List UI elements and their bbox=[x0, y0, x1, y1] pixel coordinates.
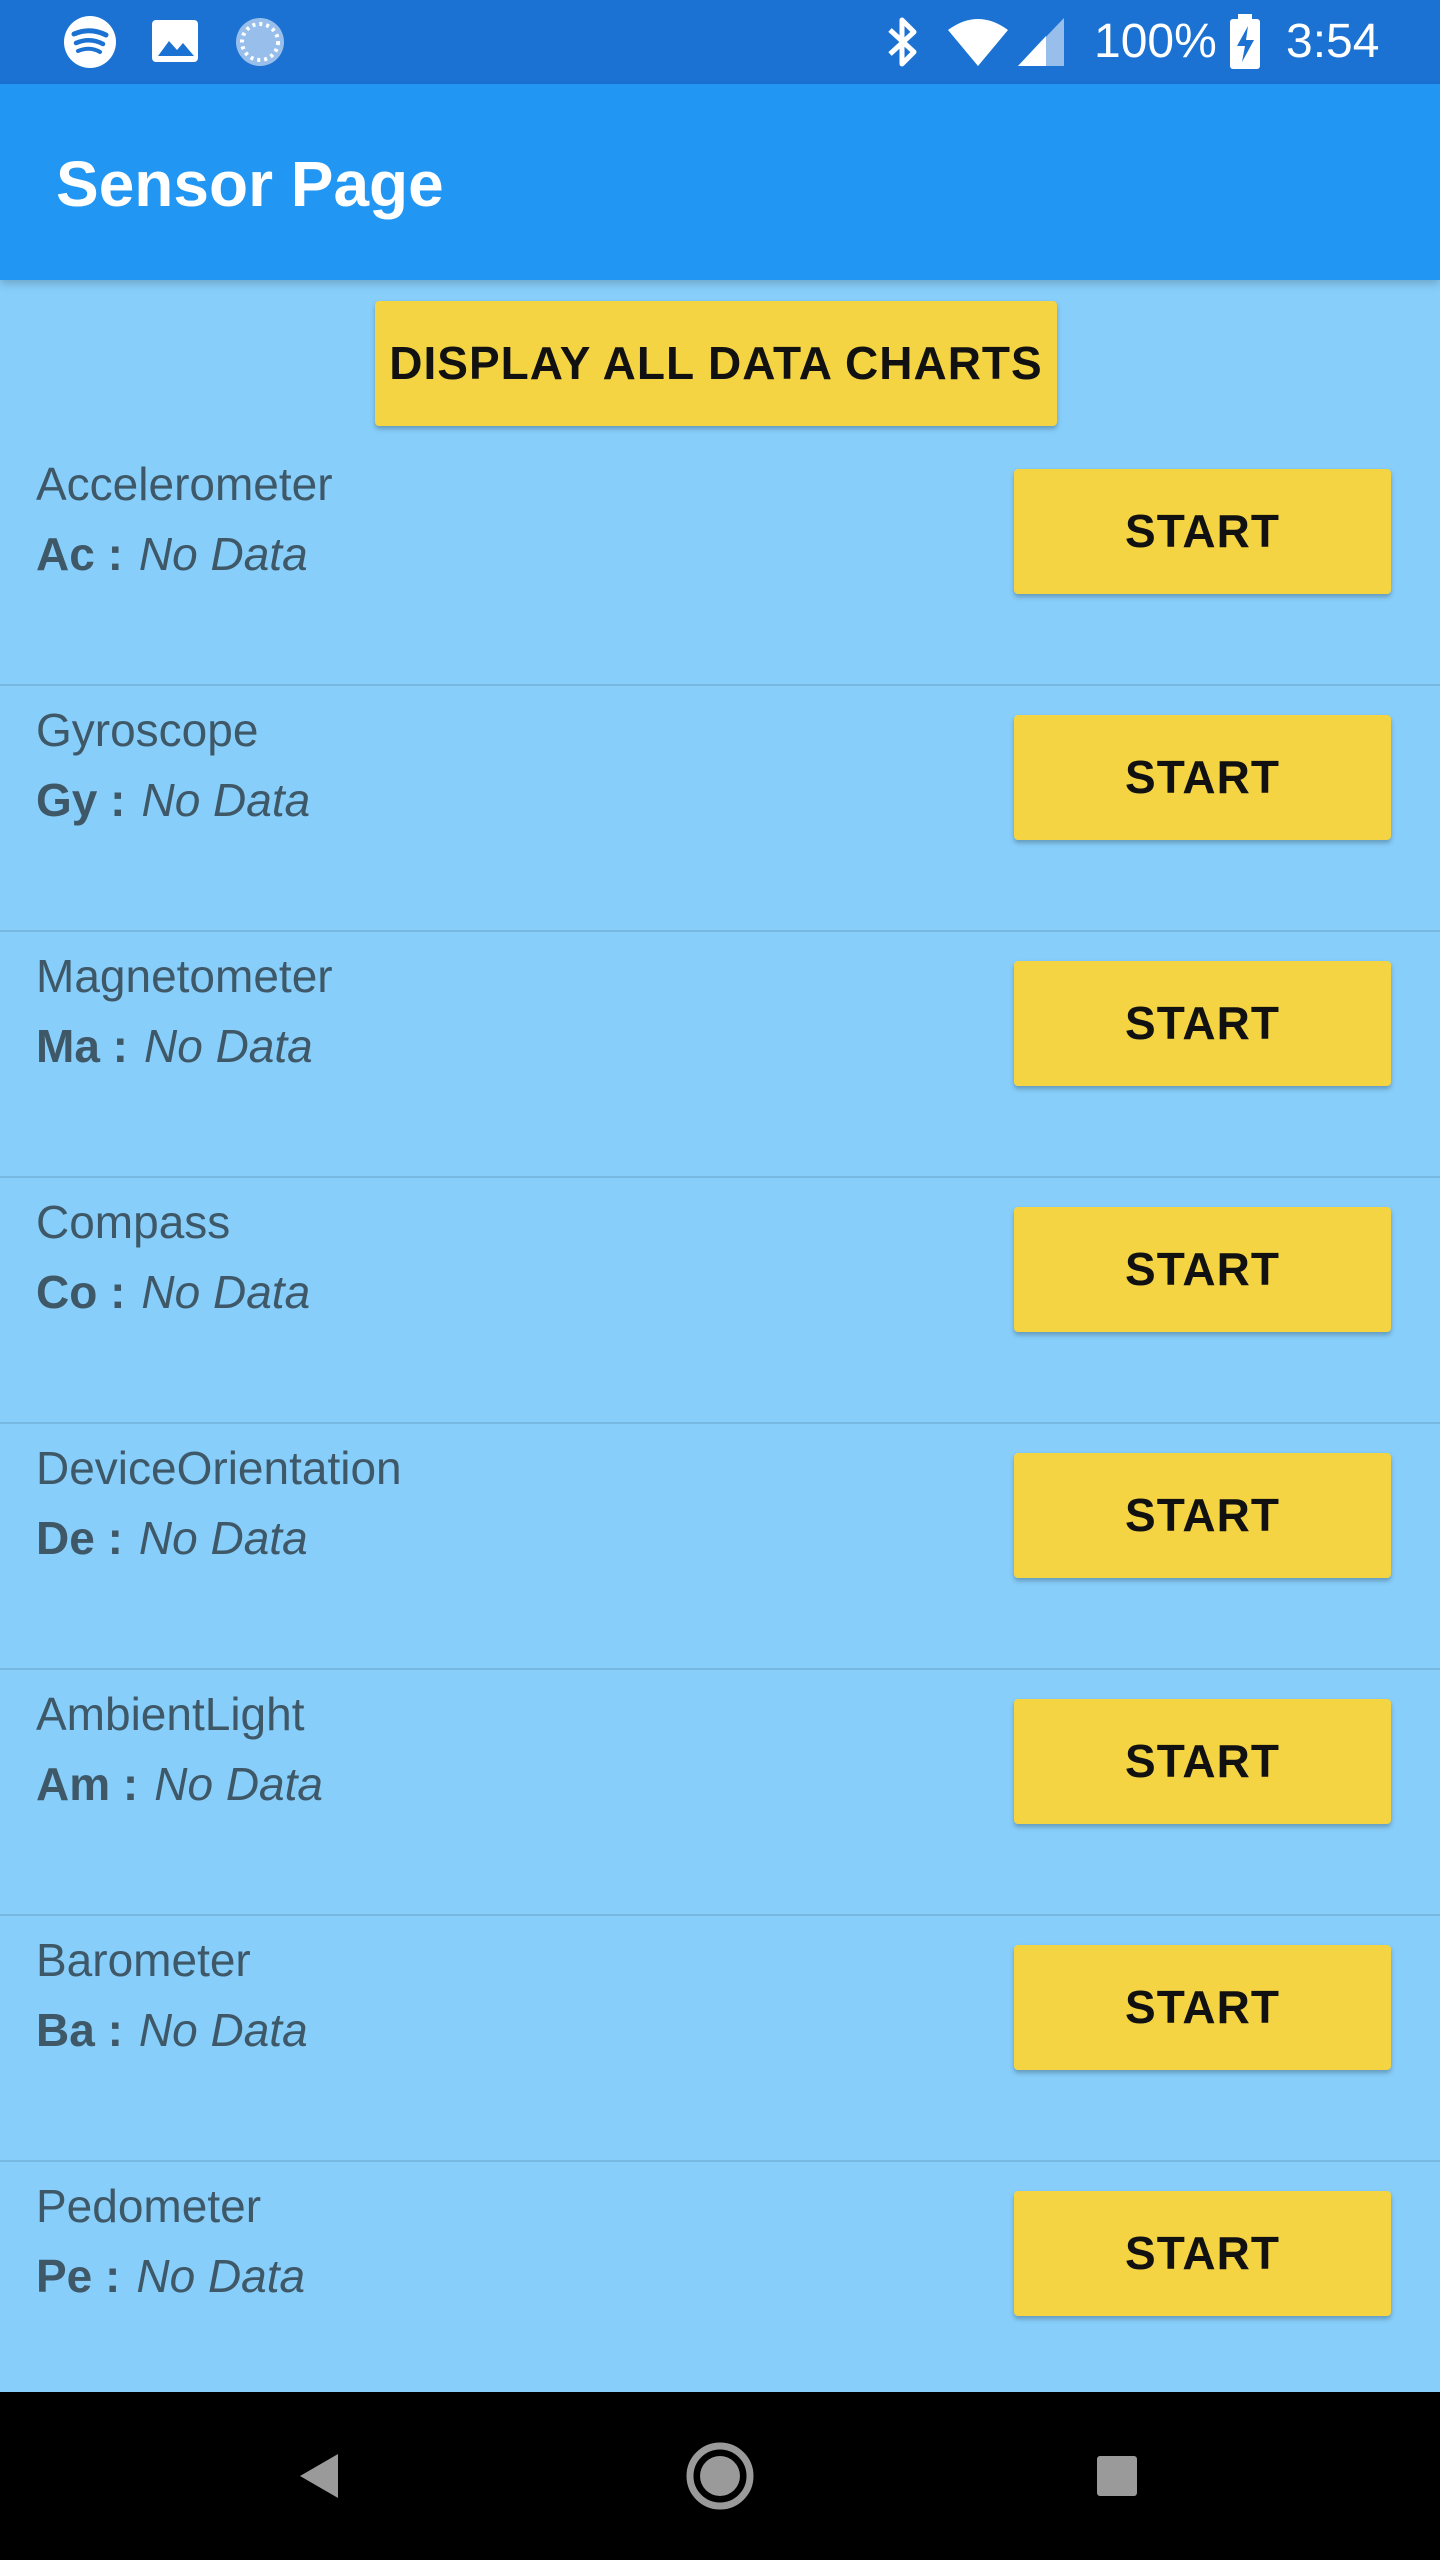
sensor-reading: Co : No Data bbox=[36, 1264, 310, 1320]
status-bar: 100% 3:54 bbox=[0, 0, 1440, 84]
sensor-reading: Ac : No Data bbox=[36, 526, 308, 582]
sensor-row-ambient-light: AmbientLight Am : No Data START bbox=[0, 1670, 1440, 1916]
sensor-abbr: Ma : bbox=[36, 1020, 128, 1072]
sensor-row-magnetometer: Magnetometer Ma : No Data START bbox=[0, 932, 1440, 1178]
sensor-row-accelerometer: Accelerometer Ac : No Data START bbox=[0, 440, 1440, 686]
sensor-reading: De : No Data bbox=[36, 1510, 308, 1566]
sensor-name: Pedometer bbox=[36, 2180, 262, 2232]
battery-percent: 100% bbox=[1094, 15, 1217, 68]
sensor-abbr: Co : bbox=[36, 1266, 126, 1318]
navigation-bar bbox=[0, 2392, 1440, 2560]
start-button-gyroscope[interactable]: START bbox=[1014, 715, 1391, 840]
home-icon[interactable] bbox=[684, 2436, 756, 2516]
sensor-name: Compass bbox=[36, 1196, 231, 1248]
sensor-reading: Am : No Data bbox=[36, 1756, 323, 1812]
sensor-abbr: Ac : bbox=[36, 528, 123, 580]
battery-charging-icon bbox=[1230, 14, 1260, 69]
sensor-abbr: De : bbox=[36, 1512, 123, 1564]
sensor-name: Barometer bbox=[36, 1934, 251, 1986]
app-bar: Sensor Page bbox=[0, 84, 1440, 280]
display-all-data-charts-button[interactable]: DISPLAY ALL DATA CHARTS bbox=[375, 301, 1057, 426]
sensor-name: Magnetometer bbox=[36, 950, 333, 1002]
sync-icon bbox=[236, 18, 284, 66]
sensor-list: Accelerometer Ac : No Data START Gyroscop… bbox=[0, 440, 1440, 2408]
sensor-value: No Data bbox=[136, 2250, 306, 2302]
start-button-pedometer[interactable]: START bbox=[1014, 2191, 1391, 2316]
sensor-row-barometer: Barometer Ba : No Data START bbox=[0, 1916, 1440, 2162]
start-button-magnetometer[interactable]: START bbox=[1014, 961, 1391, 1086]
clock: 3:54 bbox=[1286, 15, 1380, 68]
start-button-ambient-light[interactable]: START bbox=[1014, 1699, 1391, 1824]
sensor-abbr: Am : bbox=[36, 1758, 139, 1810]
sensor-name: Accelerometer bbox=[36, 458, 333, 510]
sensor-value: No Data bbox=[154, 1758, 323, 1810]
sensor-reading: Pe : No Data bbox=[36, 2248, 305, 2304]
sensor-value: No Data bbox=[138, 2004, 308, 2056]
sensor-name: Gyroscope bbox=[36, 704, 259, 756]
sensor-value: No Data bbox=[141, 774, 311, 826]
sensor-value: No Data bbox=[138, 528, 308, 580]
sensor-value: No Data bbox=[144, 1020, 313, 1072]
page-title: Sensor Page bbox=[56, 148, 444, 220]
bluetooth-icon bbox=[888, 17, 917, 67]
sensor-value: No Data bbox=[141, 1266, 311, 1318]
sensor-reading: Ba : No Data bbox=[36, 2002, 308, 2058]
sensor-reading: Gy : No Data bbox=[36, 772, 310, 828]
sensor-row-gyroscope: Gyroscope Gy : No Data START bbox=[0, 686, 1440, 932]
sensor-abbr: Gy : bbox=[36, 774, 126, 826]
wifi-icon bbox=[948, 19, 1008, 66]
sensor-name: AmbientLight bbox=[36, 1688, 305, 1740]
sensor-name: DeviceOrientation bbox=[36, 1442, 402, 1494]
sensor-row-pedometer: Pedometer Pe : No Data START bbox=[0, 2162, 1440, 2408]
start-button-barometer[interactable]: START bbox=[1014, 1945, 1391, 2070]
spotify-icon bbox=[64, 16, 116, 68]
sensor-value: No Data bbox=[138, 1512, 308, 1564]
image-icon bbox=[152, 20, 198, 62]
sensor-abbr: Ba : bbox=[36, 2004, 123, 2056]
start-button-accelerometer[interactable]: START bbox=[1014, 469, 1391, 594]
start-button-device-orientation[interactable]: START bbox=[1014, 1453, 1391, 1578]
sensor-row-compass: Compass Co : No Data START bbox=[0, 1178, 1440, 1424]
sensor-abbr: Pe : bbox=[36, 2250, 121, 2302]
cell-signal-icon bbox=[1018, 18, 1064, 66]
start-button-compass[interactable]: START bbox=[1014, 1207, 1391, 1332]
recents-icon[interactable] bbox=[1092, 2436, 1142, 2516]
sensor-row-device-orientation: DeviceOrientation De : No Data START bbox=[0, 1424, 1440, 1670]
back-icon[interactable] bbox=[290, 2436, 346, 2516]
sensor-reading: Ma : No Data bbox=[36, 1018, 313, 1074]
